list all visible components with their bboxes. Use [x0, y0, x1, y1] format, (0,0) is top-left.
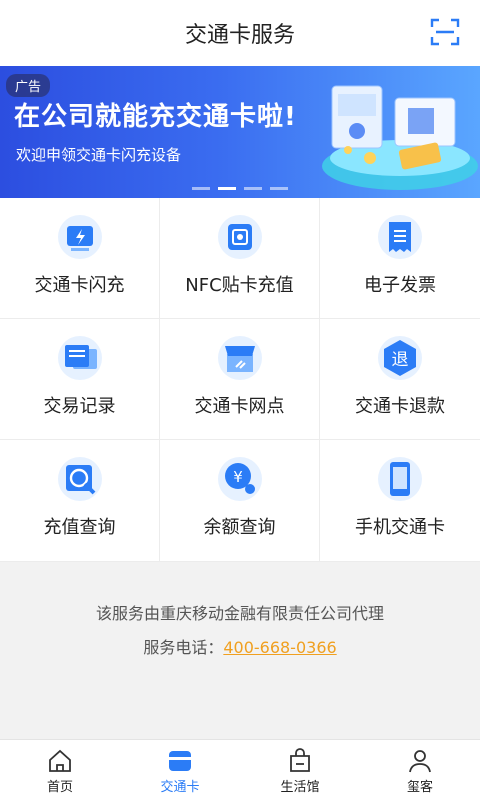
record-icon: [57, 336, 102, 380]
carousel-dot-active: [218, 187, 236, 190]
user-icon: [409, 750, 431, 773]
top-bar: 交通卡服务: [0, 0, 480, 66]
tab-label: 玺客: [406, 780, 433, 795]
service-label: 电子发票: [364, 275, 436, 296]
service-recharge-query[interactable]: 充值查询: [0, 440, 160, 562]
nfc-icon: [217, 215, 262, 259]
card-icon: [169, 751, 191, 771]
shop-icon: [290, 748, 310, 772]
home-icon: [49, 749, 71, 772]
service-label: NFC贴卡充值: [185, 275, 294, 296]
carousel-dot: [244, 187, 262, 190]
service-outlets[interactable]: 交通卡网点: [160, 319, 320, 440]
service-phone-line: 服务电话：400-668-0366: [0, 634, 480, 658]
tab-profile[interactable]: 玺客: [360, 740, 480, 801]
banner-subtitle: 欢迎申领交通卡闪充设备: [16, 146, 182, 164]
service-phone-link[interactable]: 400-668-0366: [223, 638, 336, 657]
service-balance-query[interactable]: ¥ 余额查询: [160, 440, 320, 562]
service-transactions[interactable]: 交易记录: [0, 319, 160, 440]
carousel-dot: [270, 187, 288, 190]
bottom-tab-bar: 首页 交通卡 生活馆 玺客: [0, 739, 480, 801]
phone-label: 服务电话：: [143, 638, 224, 657]
tab-life-store[interactable]: 生活馆: [240, 740, 360, 801]
carousel-dot: [192, 187, 210, 190]
service-phone-card[interactable]: 手机交通卡: [320, 440, 480, 562]
tab-home[interactable]: 首页: [0, 740, 120, 801]
service-label: 交通卡退款: [355, 396, 445, 417]
service-e-invoice[interactable]: 电子发票: [320, 198, 480, 319]
invoice-icon: [378, 215, 422, 259]
scan-icon[interactable]: [430, 17, 460, 47]
phone-card-icon: [378, 457, 422, 501]
service-label: 手机交通卡: [355, 517, 445, 538]
svg-text:退: 退: [392, 350, 409, 370]
balance-icon: ¥: [217, 457, 262, 501]
banner-headline: 在公司就能充交通卡啦!: [14, 102, 297, 132]
ad-badge: 广告: [6, 74, 51, 97]
svg-text:¥: ¥: [233, 468, 243, 486]
flash-card-icon: [57, 215, 102, 259]
search-icon: [57, 457, 102, 501]
tab-label: 交通卡: [160, 780, 200, 795]
service-label: 交通卡闪充: [34, 275, 125, 296]
refund-icon: 退: [378, 336, 422, 380]
page-title: 交通卡服务: [184, 23, 295, 48]
service-label: 交通卡网点: [194, 396, 285, 417]
service-label: 余额查询: [203, 517, 276, 538]
agent-text: 该服务由重庆移动金融有限责任公司代理: [95, 604, 384, 623]
banner-illustration: [322, 85, 478, 190]
tab-label: 首页: [46, 780, 73, 795]
carousel-indicator: [192, 187, 288, 190]
service-nfc-recharge[interactable]: NFC贴卡充值: [160, 198, 320, 319]
store-icon: [217, 336, 262, 380]
service-refund[interactable]: 退 交通卡退款: [320, 319, 480, 440]
service-label: 充值查询: [43, 517, 116, 538]
service-grid: 交通卡闪充 NFC贴卡充值 电子发票 交易记录 交通卡网点 退 交通卡退款 充值…: [0, 198, 480, 562]
service-label: 交易记录: [43, 396, 116, 417]
tab-label: 生活馆: [280, 780, 320, 795]
tab-transit-card[interactable]: 交通卡: [120, 740, 240, 801]
service-provider-info: 该服务由重庆移动金融有限责任公司代理 服务电话：400-668-0366: [0, 600, 480, 658]
promo-banner[interactable]: 广告 在公司就能充交通卡啦! 欢迎申领交通卡闪充设备: [0, 66, 480, 198]
service-flash-charge[interactable]: 交通卡闪充: [0, 198, 160, 319]
